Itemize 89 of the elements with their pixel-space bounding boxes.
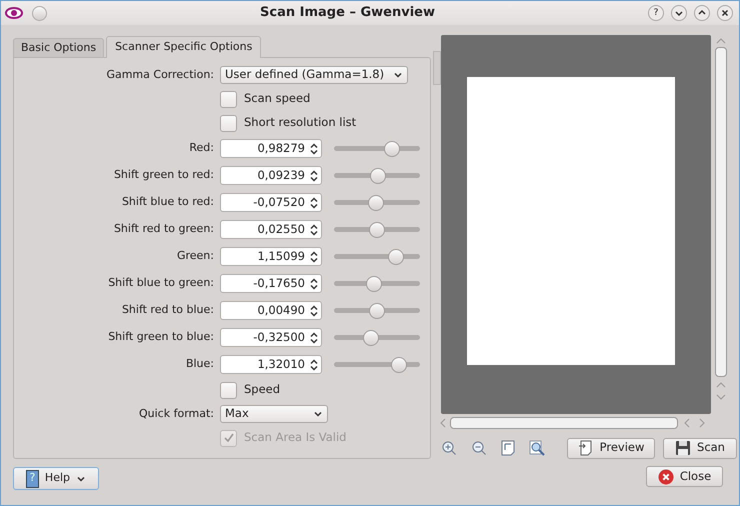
- preview-button[interactable]: Preview: [567, 438, 655, 458]
- slider[interactable]: [334, 194, 420, 212]
- scroll-up-icon[interactable]: [716, 37, 726, 45]
- slider[interactable]: [334, 302, 420, 320]
- field-label: Gamma Correction:: [106, 68, 214, 81]
- field-label: Shift red to blue:: [122, 303, 214, 316]
- spin-box[interactable]: -0,32500: [220, 328, 322, 347]
- checkbox[interactable]: [220, 90, 237, 108]
- chevron-icon: [313, 409, 323, 419]
- field-label: Blue:: [186, 357, 214, 370]
- slider[interactable]: [334, 356, 420, 374]
- vertical-scrollbar[interactable]: [715, 47, 727, 377]
- scan-button[interactable]: Scan: [663, 438, 737, 458]
- checkbox-label: Scan Area Is Valid: [244, 429, 346, 446]
- tab[interactable]: Scanner Specific Options: [106, 36, 262, 58]
- field-label: Shift green to blue:: [108, 330, 214, 344]
- window-title: Scan Image – Gwenview: [259, 4, 436, 22]
- floppy-icon: [675, 440, 692, 456]
- checkbox-label: Short resolution list: [244, 114, 356, 132]
- scroll-left-icon[interactable]: [439, 418, 447, 428]
- slider-handle[interactable]: [363, 330, 380, 346]
- checkbox[interactable]: [220, 382, 237, 398]
- spin-box[interactable]: -0,07520: [220, 193, 322, 212]
- slider[interactable]: [334, 140, 420, 158]
- maximize-icon[interactable]: [694, 5, 710, 21]
- slider-handle[interactable]: [390, 356, 407, 372]
- minimize-icon[interactable]: [671, 5, 687, 21]
- tab[interactable]: Basic Options: [13, 38, 104, 57]
- spin-arrows-icon[interactable]: [309, 196, 319, 208]
- slider[interactable]: [334, 220, 420, 238]
- check-icon: [222, 432, 234, 444]
- slider-handle[interactable]: [369, 302, 385, 318]
- field-label: Shift blue to green:: [108, 276, 214, 290]
- checkbox-label: Speed: [244, 381, 280, 398]
- horizontal-scrollbar[interactable]: [450, 417, 678, 429]
- slider-handle[interactable]: [384, 140, 400, 156]
- spin-arrows-icon[interactable]: [309, 170, 319, 182]
- slider[interactable]: [334, 274, 420, 292]
- checkbox-label: Scan speed: [244, 90, 310, 108]
- spin-box[interactable]: 1,15099: [220, 247, 322, 266]
- spin-box[interactable]: 0,00490: [220, 301, 322, 320]
- field-label: Quick format:: [138, 406, 214, 420]
- slider-handle[interactable]: [388, 248, 404, 264]
- scroll-up-icon[interactable]: [716, 381, 726, 389]
- field-label: Green:: [176, 249, 214, 262]
- slider-handle[interactable]: [369, 222, 385, 238]
- close-icon: [658, 468, 674, 484]
- spin-box[interactable]: 0,02550: [220, 220, 322, 239]
- spin-box[interactable]: -0,17650: [220, 274, 322, 293]
- zoom-out-icon[interactable]: [471, 440, 487, 456]
- field-label: Shift blue to red:: [122, 195, 214, 208]
- spin-arrows-icon[interactable]: [309, 250, 319, 262]
- slider[interactable]: [334, 328, 420, 346]
- chevron-icon: [393, 70, 403, 80]
- scroll-left-icon[interactable]: [683, 418, 691, 428]
- close-icon[interactable]: [717, 5, 733, 21]
- slider-handle[interactable]: [370, 168, 386, 184]
- slider[interactable]: [334, 248, 420, 266]
- dropdown[interactable]: Max: [220, 405, 328, 423]
- spin-box[interactable]: 1,32010: [220, 355, 322, 374]
- document-icon: [578, 440, 594, 456]
- slider-handle[interactable]: [368, 194, 384, 210]
- slider[interactable]: [334, 166, 420, 184]
- spin-arrows-icon[interactable]: [309, 304, 319, 316]
- collapse-handle[interactable]: [433, 51, 441, 85]
- scroll-down-icon[interactable]: [716, 393, 726, 401]
- zoom-in-icon[interactable]: [441, 440, 457, 456]
- spin-box[interactable]: 0,09239: [220, 166, 322, 185]
- spin-box[interactable]: 0,98279: [220, 139, 322, 158]
- spin-arrows-icon[interactable]: [309, 142, 319, 154]
- spin-arrows-icon[interactable]: [309, 224, 319, 236]
- field-label: Shift green to red:: [114, 168, 214, 182]
- field-label: Shift red to green:: [114, 222, 214, 236]
- field-label: Red:: [189, 141, 214, 154]
- spin-arrows-icon[interactable]: [309, 358, 319, 370]
- dropdown[interactable]: User defined (Gamma=1.8): [220, 66, 408, 84]
- help-button[interactable]: ? Help: [13, 467, 99, 490]
- scroll-right-icon[interactable]: [698, 418, 706, 428]
- menu-button[interactable]: [32, 6, 47, 20]
- close-button[interactable]: Close: [646, 466, 723, 487]
- eye-icon[interactable]: [5, 6, 23, 20]
- help-book-icon: ?: [26, 470, 39, 488]
- fit-page-icon[interactable]: [501, 440, 515, 456]
- spin-arrows-icon[interactable]: [309, 332, 319, 344]
- spin-arrows-icon[interactable]: [309, 278, 319, 290]
- zoom-selection-icon[interactable]: [529, 440, 545, 456]
- slider-handle[interactable]: [366, 276, 382, 292]
- help-button[interactable]: ?: [648, 5, 664, 21]
- checkbox[interactable]: [220, 114, 237, 132]
